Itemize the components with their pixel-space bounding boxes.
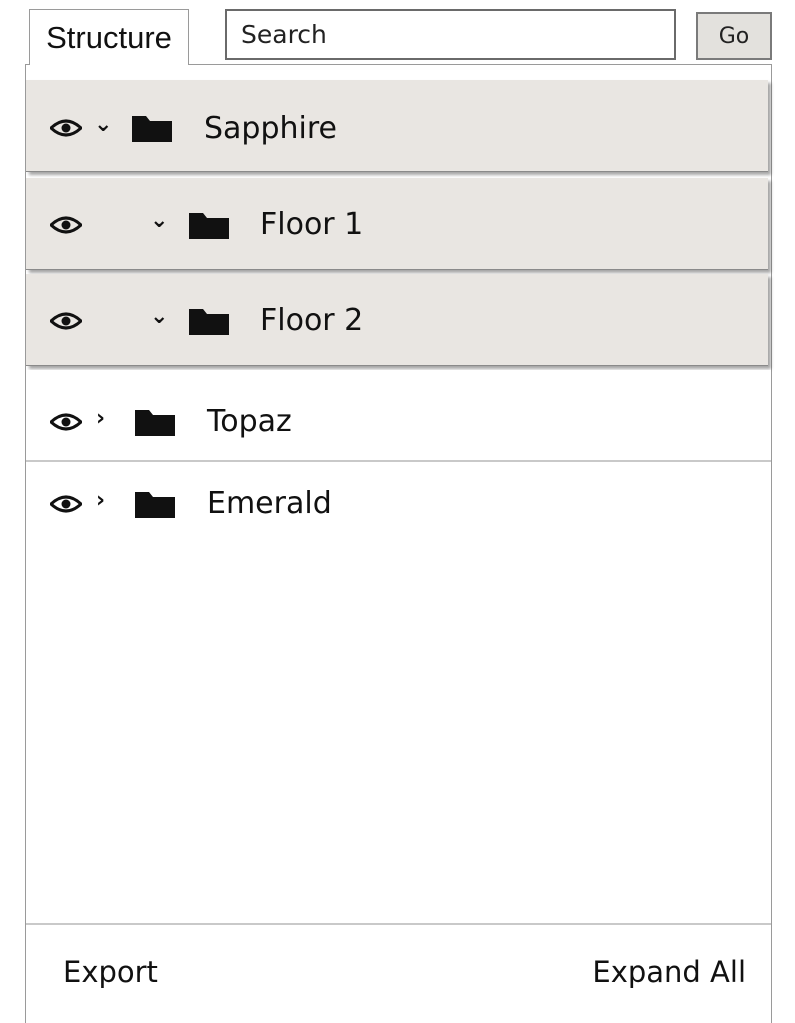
structure-panel-window: Structure Go ⌄ Sapphire <box>0 0 795 1023</box>
tree-row-floor-1[interactable]: ⌄ Floor 1 <box>26 178 768 270</box>
chevron-right-icon[interactable]: › <box>96 408 105 430</box>
eye-icon[interactable] <box>50 412 82 432</box>
expand-all-button[interactable]: Expand All <box>592 958 746 987</box>
tree-row-emerald[interactable]: › Emerald <box>26 464 771 556</box>
tree-item-label: Floor 1 <box>260 207 364 242</box>
tree-item-label: Sapphire <box>204 111 337 146</box>
tree-row-floor-2[interactable]: ⌄ Floor 2 <box>26 274 768 366</box>
footer-divider <box>26 923 771 925</box>
folder-icon <box>135 492 175 518</box>
tab-structure[interactable]: Structure <box>29 9 189 65</box>
folder-icon <box>189 213 229 239</box>
tree-item-label: Topaz <box>207 404 292 439</box>
chevron-right-icon[interactable]: › <box>96 490 105 512</box>
go-button[interactable]: Go <box>696 12 772 60</box>
eye-icon[interactable] <box>50 215 82 235</box>
folder-icon <box>132 116 172 142</box>
eye-icon[interactable] <box>50 494 82 514</box>
export-button[interactable]: Export <box>63 958 158 987</box>
chevron-down-icon[interactable]: ⌄ <box>150 306 168 328</box>
search-input[interactable] <box>225 9 676 60</box>
chevron-down-icon[interactable]: ⌄ <box>94 114 112 136</box>
eye-icon[interactable] <box>50 118 82 138</box>
eye-icon[interactable] <box>50 311 82 331</box>
folder-icon <box>189 309 229 335</box>
tree-row-topaz[interactable]: › Topaz <box>26 370 771 462</box>
tree-item-label: Floor 2 <box>260 303 364 338</box>
tree-row-sapphire[interactable]: ⌄ Sapphire <box>26 80 768 172</box>
folder-icon <box>135 410 175 436</box>
tree-item-label: Emerald <box>207 486 332 521</box>
chevron-down-icon[interactable]: ⌄ <box>150 210 168 232</box>
structure-tree-panel: ⌄ Sapphire ⌄ Floor 1 ⌄ Floor 2 › Topaz ›… <box>25 64 772 1023</box>
